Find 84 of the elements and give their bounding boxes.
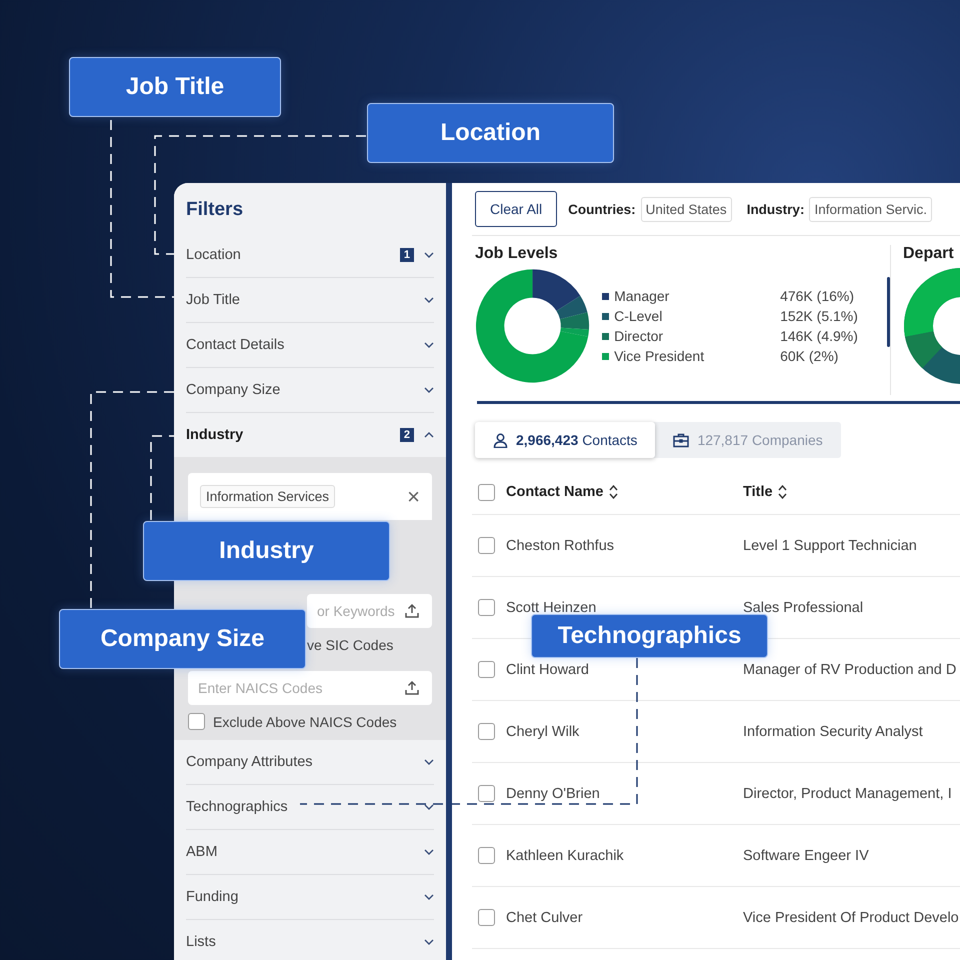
legend-item: Manager xyxy=(602,288,780,304)
filter-item[interactable]: Contact Details xyxy=(186,323,434,368)
code-field[interactable]: Enter NAICS Codes xyxy=(188,671,432,705)
scrollbar[interactable] xyxy=(887,277,890,347)
checkbox[interactable] xyxy=(478,847,495,864)
checkbox[interactable] xyxy=(478,661,495,678)
legend-value: 60K (2%) xyxy=(780,348,840,364)
table-cell-text: Clint Howard xyxy=(506,662,590,678)
legend-item: Director xyxy=(602,328,780,344)
legend-value: 476K (16%) xyxy=(780,288,856,304)
table-cell-text: Cheryl Wilk xyxy=(506,724,580,740)
table-cell: Level 1 Support Technician xyxy=(743,538,917,554)
code-field[interactable]: or Keywords xyxy=(307,594,432,628)
legend-item: C-Level xyxy=(602,308,780,324)
chevron-down-icon xyxy=(424,252,434,258)
callout-label: Company Size xyxy=(59,609,306,669)
chevron-down-icon xyxy=(424,804,434,810)
briefcase-icon xyxy=(673,432,690,448)
filter-value[interactable]: Information Servic. xyxy=(809,196,932,222)
table-cell: Manager of RV Production and D xyxy=(743,662,956,678)
checkbox[interactable] xyxy=(478,785,495,802)
checkbox-label: Exclude Above NAICS Codes xyxy=(213,714,397,730)
chart-title: Depart xyxy=(903,245,955,263)
table-cell: Information Security Analyst xyxy=(743,724,923,740)
checkbox-label: ve SIC Codes xyxy=(307,636,394,652)
results-tab[interactable]: 2,966,423 Contacts xyxy=(475,422,656,458)
upload-icon[interactable] xyxy=(404,680,420,696)
filter-item[interactable]: Technographics xyxy=(186,785,434,830)
filter-item[interactable]: Company Attributes xyxy=(186,740,434,785)
filters-title: Filters xyxy=(185,198,244,222)
checkbox[interactable] xyxy=(188,713,205,730)
callout-label: Job Title xyxy=(69,57,281,117)
clear-button[interactable]: × xyxy=(407,484,420,510)
table-cell-text: Kathleen Kurachik xyxy=(506,848,625,864)
column-header[interactable]: Title xyxy=(743,484,773,500)
legend-item: Vice President xyxy=(602,348,780,364)
chart-title: Job Levels xyxy=(475,245,559,263)
chevron-up-icon xyxy=(424,432,434,438)
chevron-down-icon xyxy=(424,759,434,765)
chevron-down-icon xyxy=(424,849,434,855)
filter-item[interactable]: Company Size xyxy=(186,368,434,413)
table-cell-text: Scott Heinzen xyxy=(506,600,598,616)
count-badge: 2 xyxy=(400,428,414,442)
callout-label: Location xyxy=(367,103,614,163)
column-header[interactable]: Contact Name xyxy=(506,484,604,500)
checkbox[interactable] xyxy=(478,484,495,500)
upload-icon[interactable] xyxy=(404,603,420,619)
callout-label: Technographics xyxy=(531,614,768,658)
table-cell-text: Denny O'Brien xyxy=(506,786,601,802)
filter-value[interactable]: United States xyxy=(640,196,732,222)
filter-label: Countries: xyxy=(568,202,636,216)
checkbox[interactable] xyxy=(478,723,495,740)
legend-value: 146K (4.9%) xyxy=(780,328,859,344)
filter-item[interactable]: Lists xyxy=(186,920,434,960)
filter-label: Industry: xyxy=(746,202,804,216)
chevron-down-icon xyxy=(424,939,434,945)
filter-item[interactable]: Location 1 xyxy=(186,233,434,278)
legend-value: 152K (5.1%) xyxy=(780,308,859,324)
chevron-down-icon xyxy=(424,894,434,900)
chip-field[interactable]: Information Services × xyxy=(188,473,432,520)
clear-all-button[interactable]: Clear All xyxy=(475,191,558,227)
filter-item[interactable]: ABM xyxy=(186,830,434,875)
chevron-down-icon xyxy=(424,297,434,303)
table-cell: Director, Product Management, I xyxy=(743,786,952,802)
sort-icon[interactable] xyxy=(608,485,618,499)
count-badge: 1 xyxy=(400,248,414,262)
table-cell: Software Engeer IV xyxy=(743,848,869,864)
filter-item[interactable]: Job Title xyxy=(186,278,434,323)
checkbox[interactable] xyxy=(478,537,495,554)
filter-item[interactable]: Funding xyxy=(186,875,434,920)
scrollbar[interactable] xyxy=(446,183,452,960)
table-cell-text: Cheston Rothfus xyxy=(506,538,616,554)
industry-chip[interactable]: Information Services xyxy=(200,485,336,508)
checkbox[interactable] xyxy=(478,599,495,616)
chevron-down-icon xyxy=(424,342,434,348)
chevron-down-icon xyxy=(424,387,434,393)
person-icon xyxy=(493,432,508,448)
sort-icon[interactable] xyxy=(778,485,787,499)
callout-label: Industry xyxy=(143,521,390,581)
table-cell: Vice President Of Product Develo xyxy=(743,910,959,926)
table-cell: Sales Professional xyxy=(743,600,864,616)
checkbox[interactable] xyxy=(478,909,495,926)
filter-item[interactable]: Industry 2 xyxy=(186,413,434,457)
table-cell-text: Chet Culver xyxy=(506,910,584,926)
